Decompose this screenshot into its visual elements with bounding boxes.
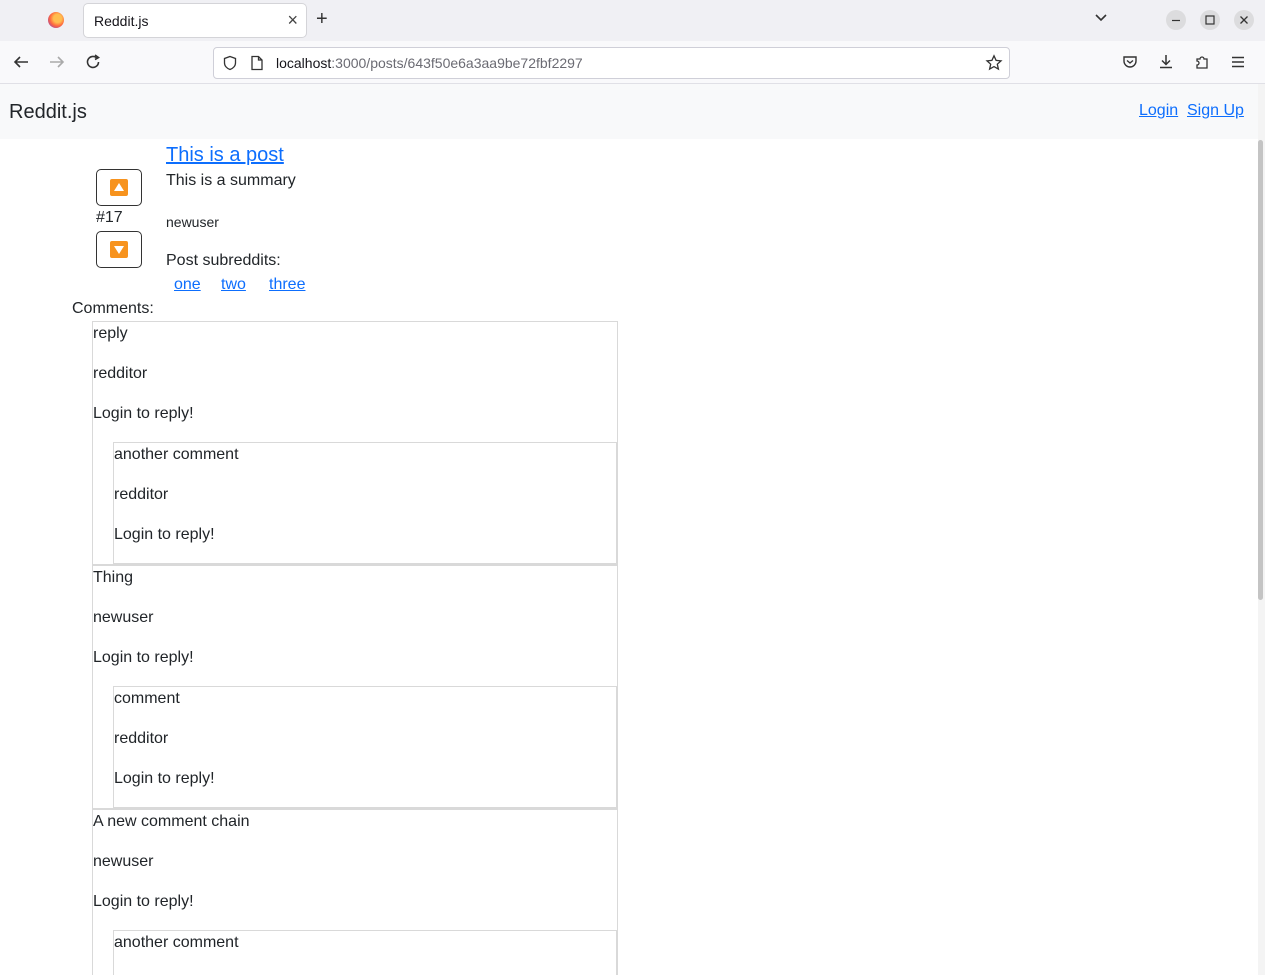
bookmark-star-icon[interactable] [985, 54, 1003, 72]
upvote-arrow-icon [110, 179, 128, 196]
post-summary: This is a summary [166, 172, 296, 189]
comment-text: another comment [114, 446, 239, 463]
menu-icon[interactable] [1229, 53, 1247, 71]
chevron-down-icon[interactable] [1093, 9, 1109, 25]
reply-prompt: Login to reply! [114, 770, 215, 787]
reply-prompt: Login to reply! [93, 893, 194, 910]
address-bar[interactable]: localhost:3000/posts/643f50e6a3aa9be72fb… [213, 47, 1010, 79]
comment-text: another comment [114, 934, 239, 951]
comment-author: redditor [114, 730, 169, 747]
comment-text: A new comment chain [93, 813, 250, 830]
reply-prompt: Login to reply! [93, 649, 194, 666]
reply-prompt: Login to reply! [114, 526, 215, 543]
download-icon[interactable] [1157, 53, 1175, 71]
post-title-link[interactable]: This is a post [166, 144, 284, 167]
upvote-button[interactable] [96, 169, 142, 206]
new-tab-button[interactable]: + [316, 8, 328, 31]
comment-text: comment [114, 690, 180, 707]
page-icon[interactable] [250, 55, 264, 71]
login-link[interactable]: Login [1139, 102, 1178, 120]
tab-title: Reddit.js [94, 13, 149, 29]
close-icon[interactable]: × [287, 10, 298, 30]
shield-icon[interactable] [222, 55, 238, 71]
comment-author: redditor [93, 365, 148, 382]
pocket-icon[interactable] [1121, 53, 1139, 71]
nested-comment [113, 686, 617, 808]
url-text: localhost:3000/posts/643f50e6a3aa9be72fb… [276, 55, 583, 71]
downvote-button[interactable] [96, 231, 142, 268]
signup-link[interactable]: Sign Up [1187, 102, 1244, 120]
browser-nav-bar: localhost:3000/posts/643f50e6a3aa9be72fb… [0, 41, 1265, 84]
comment-author: newuser [93, 609, 154, 626]
extensions-icon[interactable] [1193, 53, 1211, 71]
back-arrow-icon[interactable] [12, 53, 30, 71]
scrollbar-thumb[interactable] [1258, 140, 1263, 600]
minimize-icon[interactable] [1166, 10, 1186, 30]
reply-prompt: Login to reply! [93, 405, 194, 422]
vote-count: #17 [96, 209, 123, 226]
maximize-icon[interactable] [1200, 10, 1220, 30]
site-brand[interactable]: Reddit.js [9, 101, 87, 124]
subreddit-link-three[interactable]: three [269, 276, 305, 294]
downvote-arrow-icon [110, 241, 128, 258]
comment-author: redditor [114, 486, 169, 503]
comment-text: Thing [93, 569, 134, 586]
site-navbar: Reddit.js Login Sign Up [0, 84, 1258, 139]
subreddit-link-one[interactable]: one [174, 276, 201, 294]
post-author: newuser [166, 214, 219, 230]
comments-label: Comments: [72, 300, 154, 317]
firefox-icon[interactable] [48, 12, 64, 28]
comment-author: newuser [93, 853, 154, 870]
comment-text: reply [93, 325, 128, 342]
browser-tab[interactable]: Reddit.js × [84, 4, 306, 37]
reload-icon[interactable] [84, 53, 102, 71]
window-close-icon[interactable] [1234, 10, 1254, 30]
forward-arrow-icon[interactable] [48, 53, 66, 71]
subreddit-link-two[interactable]: two [221, 276, 246, 294]
browser-tab-bar: Reddit.js × + [0, 0, 1265, 41]
post-subreddits-label: Post subreddits: [166, 252, 281, 269]
